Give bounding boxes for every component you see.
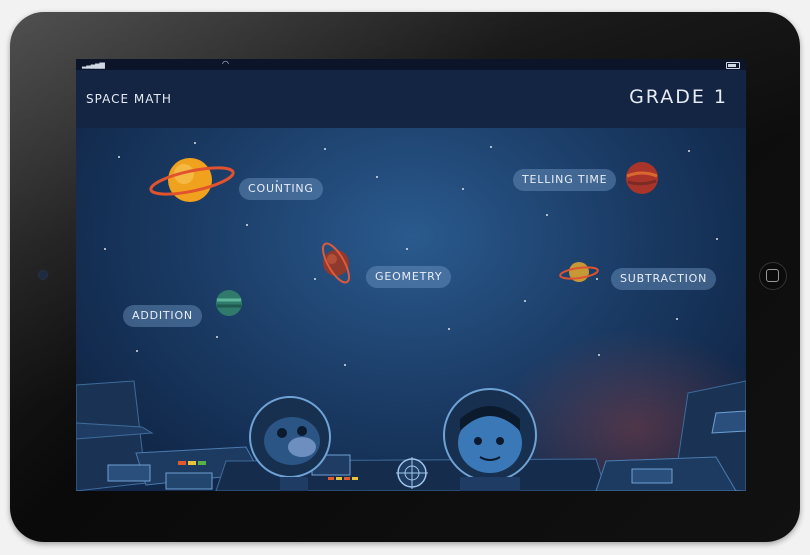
- small-ringed-planet-icon[interactable]: [312, 238, 360, 288]
- space-scene: COUNTING TELLING TIME GEOMETRY SUBTRACTI…: [76, 128, 746, 491]
- star: [104, 248, 106, 250]
- orange-ringed-planet-icon[interactable]: [146, 148, 238, 212]
- app-header: SPACE MATH GRADE 1: [76, 70, 746, 128]
- star: [546, 214, 548, 216]
- star: [118, 156, 120, 158]
- camera-icon: [39, 271, 47, 279]
- star: [490, 146, 492, 148]
- star: [194, 142, 196, 144]
- star: [324, 148, 326, 150]
- topic-addition-button[interactable]: ADDITION: [123, 305, 202, 327]
- red-planet-icon[interactable]: [624, 160, 660, 196]
- grade-label[interactable]: GRADE 1: [629, 86, 728, 108]
- star: [598, 354, 600, 356]
- signal-icon: ▂▃▄▅▆: [82, 61, 105, 69]
- topic-counting-button[interactable]: COUNTING: [239, 178, 323, 200]
- star: [462, 188, 464, 190]
- wifi-icon: ◠: [222, 59, 229, 68]
- star: [406, 248, 408, 250]
- star: [376, 176, 378, 178]
- yellow-ringed-planet-icon[interactable]: [558, 256, 600, 288]
- app-title: SPACE MATH: [86, 92, 172, 106]
- topic-geometry-button[interactable]: GEOMETRY: [366, 266, 452, 288]
- star: [676, 318, 678, 320]
- status-bar: ▂▃▄▅▆ ◠: [76, 59, 746, 70]
- cockpit-illustration: [76, 380, 746, 491]
- app-screen: ▂▃▄▅▆ ◠ SPACE MATH GRADE 1 COUNTING TELL…: [76, 59, 746, 491]
- star: [344, 364, 346, 366]
- star: [524, 300, 526, 302]
- star: [216, 336, 218, 338]
- battery-icon: [726, 62, 740, 69]
- home-square-icon: [766, 269, 779, 282]
- star: [136, 350, 138, 352]
- star: [688, 150, 690, 152]
- star: [448, 328, 450, 330]
- topic-subtraction-button[interactable]: SUBTRACTION: [611, 268, 717, 290]
- star: [716, 238, 718, 240]
- star: [246, 224, 248, 226]
- teal-planet-icon[interactable]: [214, 288, 244, 318]
- topic-telling-time-button[interactable]: TELLING TIME: [513, 169, 617, 191]
